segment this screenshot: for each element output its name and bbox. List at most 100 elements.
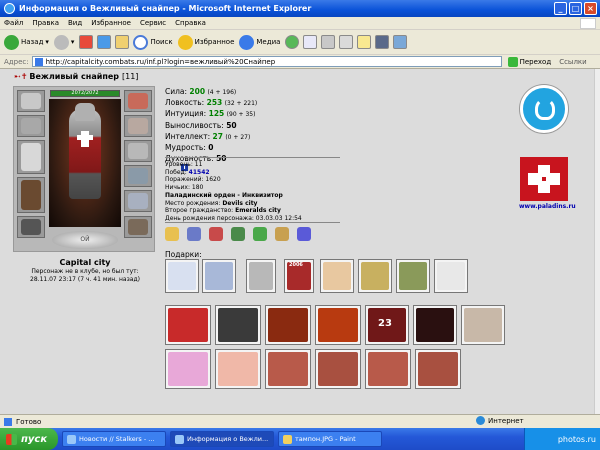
folder-icon[interactable] <box>357 35 372 49</box>
messenger-icon[interactable] <box>375 35 390 49</box>
menu-favorites[interactable]: Избранное <box>91 19 131 27</box>
star-icon <box>177 34 193 50</box>
vertical-scrollbar[interactable] <box>594 69 600 414</box>
gift-item[interactable] <box>415 349 461 389</box>
gift-item[interactable] <box>434 259 468 293</box>
info-level: Уровень: 11 <box>165 161 203 168</box>
stat-intellect: Интеллект: 27 (0 + 27) <box>165 131 251 141</box>
stat-intuition: Интуиция: 125 (90 + 35) <box>165 109 256 119</box>
gift-item[interactable] <box>246 259 276 293</box>
paladins-logo[interactable] <box>520 157 568 201</box>
task-news[interactable]: Новости // Stalkers - ... <box>62 431 166 447</box>
city-name: Capital city <box>59 258 111 267</box>
search-button[interactable]: Поиск <box>133 34 173 50</box>
go-button[interactable]: Переход <box>507 56 551 67</box>
forward-button[interactable]: ▾ <box>53 34 74 50</box>
refresh-icon[interactable] <box>97 35 112 49</box>
shield-slot[interactable] <box>124 165 152 187</box>
menu-edit[interactable]: Правка <box>32 19 59 27</box>
badge-icon[interactable] <box>165 227 179 241</box>
start-button[interactable]: пуск <box>0 428 58 450</box>
window-titlebar: Информация о Вежливый снайпер - Microsof… <box>0 0 600 17</box>
gift-item[interactable] <box>315 349 361 389</box>
stats-block: Сила: 200 (4 + 196) Ловкость: 253 (32 + … <box>165 87 257 165</box>
gift-item[interactable] <box>215 305 261 345</box>
task-info[interactable]: Информация о Вежли... <box>170 431 274 447</box>
address-bar: Адрес: http://capitalcity.combats.ru/inf… <box>0 55 600 69</box>
task-paint[interactable]: тампон.JPG - Paint <box>278 431 382 447</box>
gift-item[interactable]: 23 <box>365 305 409 345</box>
badge-icon[interactable] <box>275 227 289 241</box>
info-order: Паладинский орден - Инквизитор <box>165 191 283 199</box>
helmet-slot[interactable] <box>17 90 45 112</box>
gift-item[interactable] <box>358 259 392 293</box>
leggings-slot[interactable] <box>124 190 152 212</box>
menu-file[interactable]: Файл <box>4 19 23 27</box>
gift-item[interactable] <box>265 349 311 389</box>
gift-card-number: 23 <box>378 318 392 329</box>
gift-item[interactable] <box>315 305 361 345</box>
weapon-slot[interactable] <box>17 140 45 174</box>
tool-icon[interactable] <box>393 35 408 49</box>
gift-item[interactable] <box>396 259 430 293</box>
gloves-slot[interactable] <box>124 140 152 162</box>
print-icon[interactable] <box>321 35 336 49</box>
gift-item[interactable] <box>365 349 411 389</box>
gift-item[interactable] <box>413 305 457 345</box>
gift-item[interactable] <box>461 305 505 345</box>
favorites-button[interactable]: Избранное <box>177 34 234 50</box>
history-icon[interactable] <box>285 35 300 49</box>
menu-help[interactable]: Справка <box>175 19 206 27</box>
gift-item[interactable] <box>165 349 211 389</box>
window-title: Информация о Вежливый снайпер - Microsof… <box>19 4 312 13</box>
gift-item[interactable] <box>320 259 354 293</box>
badge-icon[interactable] <box>297 227 311 241</box>
media-button[interactable]: Медиа <box>239 34 280 50</box>
hp-bar: 2072/2072 <box>50 90 120 97</box>
status-bar: Готово Интернет <box>0 414 600 428</box>
address-input[interactable]: http://capitalcity.combats.ru/inf.pl?log… <box>31 56 502 67</box>
links-button[interactable]: Ссылки <box>559 58 587 66</box>
alignment-logo[interactable] <box>520 85 568 133</box>
back-button[interactable]: Назад ▾ <box>4 34 49 50</box>
badge-icon[interactable] <box>187 227 201 241</box>
character-level: [11] <box>122 72 139 81</box>
page-content: ➸✝ Вежливый снайпер [11] i 2072/2072 ОЙ … <box>0 69 594 414</box>
align-sword-icon: ➸✝ <box>14 72 28 81</box>
stat-strength: Сила: 200 (4 + 196) <box>165 87 237 96</box>
gift-item[interactable] <box>265 305 311 345</box>
info-birthplace: Место рождения: Devils city <box>165 199 258 207</box>
paladins-link[interactable]: www.paladins.ru <box>519 203 576 210</box>
edit-icon[interactable] <box>339 35 354 49</box>
online-status: Персонаж не в клубе, но был тут: 28.11.0… <box>30 268 140 283</box>
gift-item[interactable] <box>215 349 261 389</box>
badge-icon[interactable] <box>231 227 245 241</box>
gift-item[interactable] <box>165 259 199 293</box>
gift-item[interactable] <box>202 259 236 293</box>
mail-icon[interactable] <box>303 35 318 49</box>
badge-icon[interactable] <box>253 227 267 241</box>
badge-icon[interactable] <box>209 227 223 241</box>
bracers-slot[interactable] <box>17 115 45 137</box>
earrings-slot[interactable] <box>124 90 152 112</box>
divider <box>165 222 340 223</box>
home-icon[interactable] <box>115 35 130 49</box>
info-losses: Поражений: 1620 <box>165 176 221 184</box>
gift-item[interactable] <box>165 305 211 345</box>
boots-slot[interactable] <box>124 216 152 238</box>
menu-view[interactable]: Вид <box>68 19 82 27</box>
menu-tools[interactable]: Сервис <box>140 19 166 27</box>
close-button[interactable]: × <box>584 2 597 15</box>
media-icon <box>239 34 255 50</box>
stop-icon[interactable] <box>79 35 94 49</box>
minimize-button[interactable]: _ <box>554 2 567 15</box>
armor-slot[interactable] <box>17 177 45 213</box>
status-text: Готово <box>16 417 42 426</box>
maximize-button[interactable]: □ <box>569 2 582 15</box>
security-zone: Интернет <box>476 416 524 425</box>
gift-item[interactable]: 2006 <box>284 259 314 293</box>
belt-slot[interactable] <box>17 216 45 238</box>
equipment-panel: 2072/2072 ОЙ <box>13 86 155 252</box>
toolbar: Назад ▾ ▾ Поиск Избранное Медиа <box>0 30 600 55</box>
rings-slot[interactable] <box>124 115 152 137</box>
